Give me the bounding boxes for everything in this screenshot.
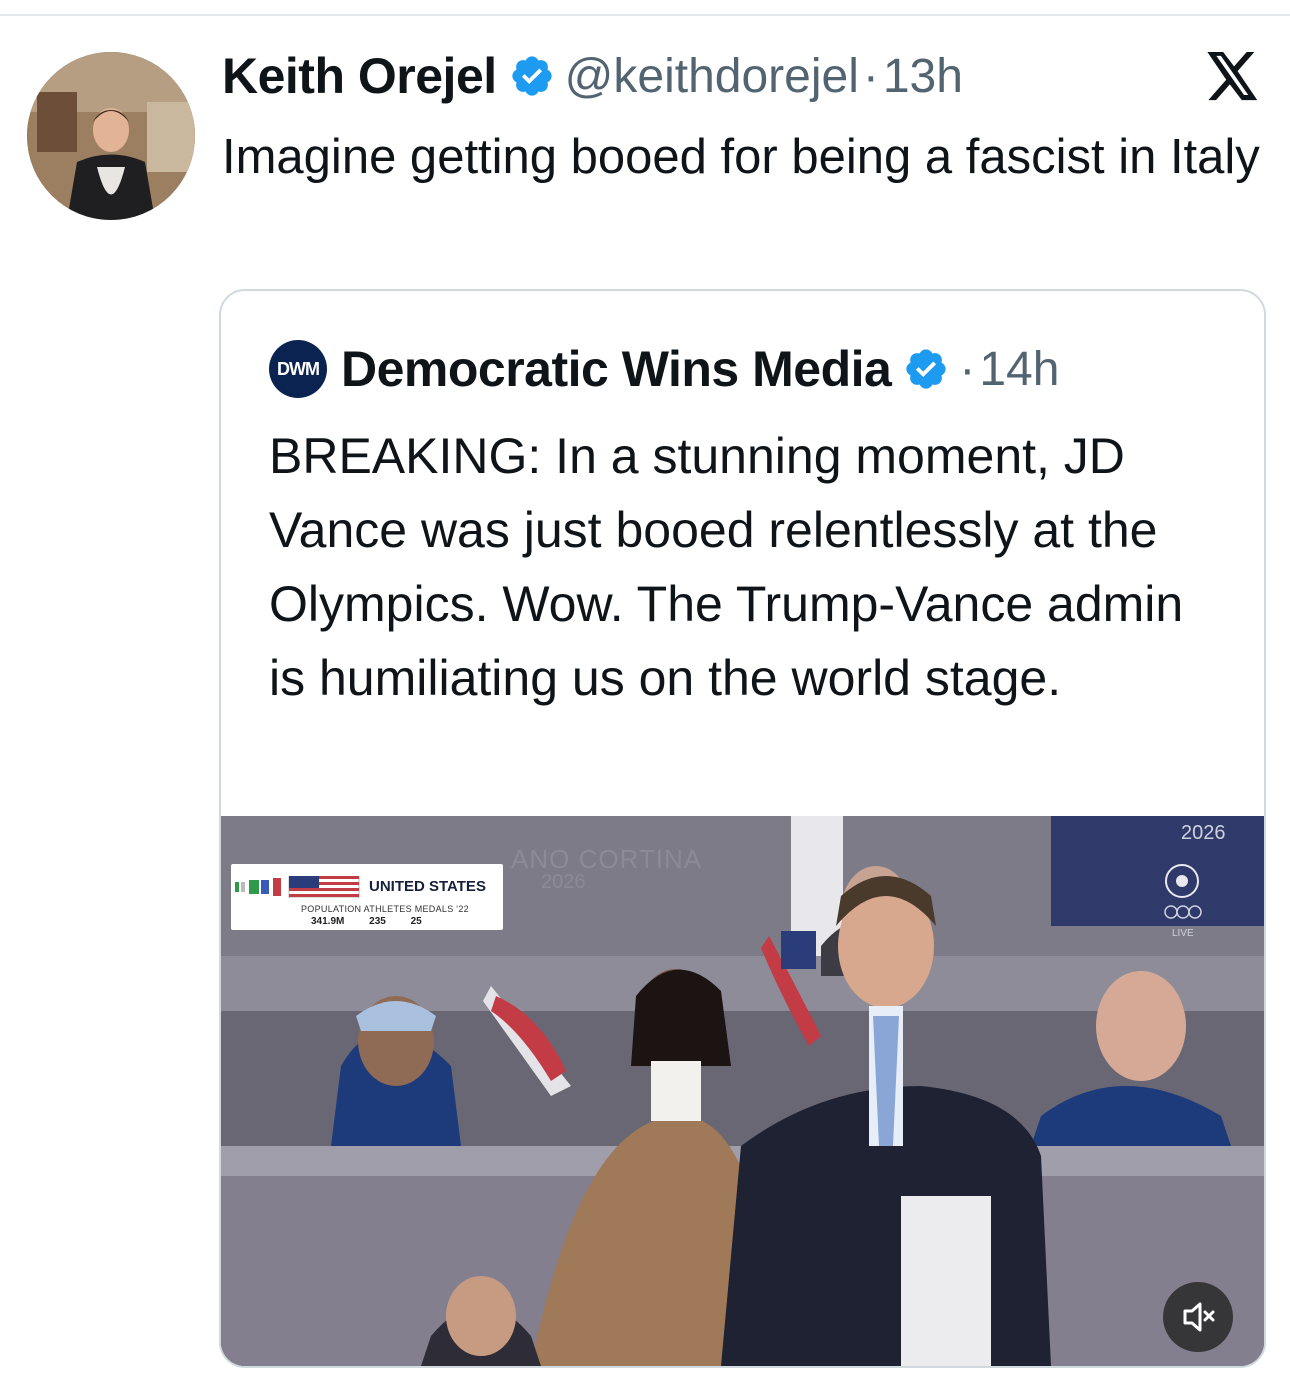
- quoted-author-avatar[interactable]: DWM: [269, 340, 327, 398]
- dwm-logo-text: DWM: [277, 358, 320, 379]
- scorebox-labels: POPULATION ATHLETES MEDALS '22: [301, 904, 469, 914]
- flags-icon: [235, 876, 360, 898]
- x-logo-icon: [1205, 52, 1260, 102]
- top-divider: [0, 14, 1290, 16]
- mute-button[interactable]: [1163, 1282, 1233, 1352]
- author-avatar[interactable]: [27, 52, 195, 220]
- separator-dot: ·: [959, 342, 976, 396]
- tweet-timestamp[interactable]: 13h: [883, 49, 963, 104]
- quoted-tweet-text: BREAKING: In a stunning moment, JD Vance…: [269, 428, 1184, 706]
- author-name[interactable]: Keith Orejel: [222, 47, 497, 105]
- quoted-tweet-header: DWM Democratic Wins Media · 14h: [269, 339, 1059, 399]
- corner-year-label: 2026: [1181, 822, 1226, 844]
- quoted-author-name[interactable]: Democratic Wins Media: [341, 340, 892, 398]
- scorebox-country: UNITED STATES: [369, 878, 486, 895]
- tweet-header: Keith Orejel @keithdorejel · 13h: [222, 46, 963, 106]
- author-handle[interactable]: @keithdorejel: [565, 49, 859, 104]
- event-watermark: ANO CORTINA: [511, 844, 703, 874]
- verified-badge-icon: [903, 346, 949, 392]
- event-watermark-year: 2026: [541, 871, 586, 893]
- verified-badge-icon: [509, 53, 555, 99]
- tweet-text: Imagine getting booed for being a fascis…: [222, 130, 1260, 184]
- video-player[interactable]: UNITED STATES POPULATION ATHLETES MEDALS…: [221, 816, 1264, 1366]
- quoted-tweet-timestamp[interactable]: 14h: [979, 342, 1059, 397]
- scorebox-values: 341.9M 235 25: [311, 916, 422, 927]
- mute-icon: [1183, 1302, 1215, 1332]
- live-label: LIVE: [1172, 928, 1194, 939]
- quoted-tweet-card[interactable]: DWM Democratic Wins Media · 14h BREAKING…: [219, 289, 1266, 1368]
- separator-dot: ·: [862, 49, 879, 103]
- broadcast-scorebox: UNITED STATES POPULATION ATHLETES MEDALS…: [231, 864, 503, 930]
